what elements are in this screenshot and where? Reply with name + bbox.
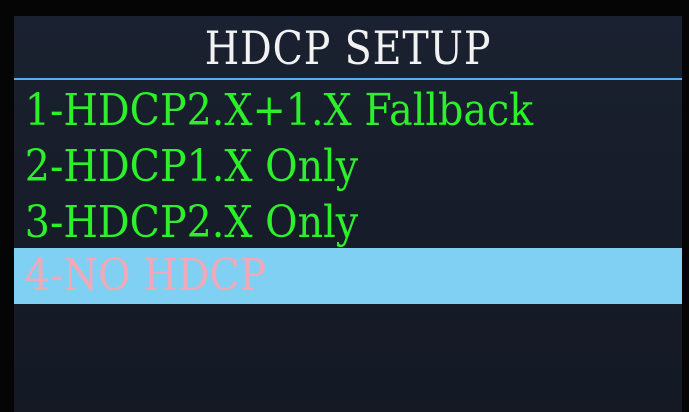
menu-item-label: 3-HDCP2.X Only [24, 197, 359, 248]
title-divider [14, 78, 682, 80]
menu-item-label: 4-NO HDCP [24, 250, 267, 301]
menu-item-hdcp2x-1x-fallback[interactable]: 1-HDCP2.X+1.X Fallback [14, 84, 682, 138]
lcd-screen: HDCP SETUP 1-HDCP2.X+1.X Fallback 2-HDCP… [14, 16, 682, 412]
menu-item-label: 2-HDCP1.X Only [24, 141, 359, 192]
device-bezel: HDCP SETUP 1-HDCP2.X+1.X Fallback 2-HDCP… [0, 0, 689, 412]
menu-item-hdcp1x-only[interactable]: 2-HDCP1.X Only [14, 140, 682, 194]
menu-item-no-hdcp[interactable]: 4-NO HDCP [14, 248, 682, 304]
menu-item-label: 1-HDCP2.X+1.X Fallback [24, 85, 534, 136]
screen-title: HDCP SETUP [204, 21, 492, 75]
menu-item-hdcp2x-only[interactable]: 3-HDCP2.X Only [14, 196, 682, 250]
